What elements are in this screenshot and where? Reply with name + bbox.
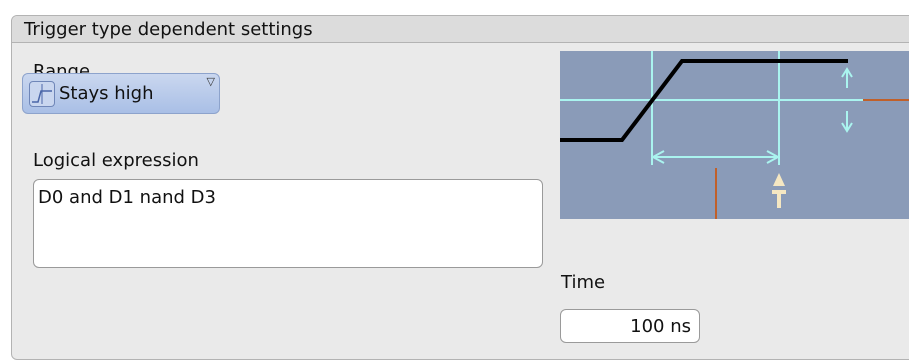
dropdown-arrow-icon: ▽ xyxy=(206,75,215,88)
panel-header: Trigger type dependent settings xyxy=(12,16,909,43)
panel-title: Trigger type dependent settings xyxy=(24,19,313,40)
range-dropdown[interactable]: Stays high ▽ xyxy=(22,73,220,114)
trigger-diagram xyxy=(560,51,909,219)
time-field[interactable]: 100 ns xyxy=(560,309,700,343)
logical-expression-value: D0 and D1 nand D3 xyxy=(38,187,216,208)
diagram-background xyxy=(560,51,909,219)
range-selected-value: Stays high xyxy=(59,83,154,104)
stays-high-pulse-icon xyxy=(29,81,55,107)
time-value: 100 ns xyxy=(630,316,691,337)
time-label: Time xyxy=(561,272,606,293)
logical-expression-field[interactable]: D0 and D1 nand D3 xyxy=(33,179,543,268)
logical-expression-label: Logical expression xyxy=(33,150,199,171)
